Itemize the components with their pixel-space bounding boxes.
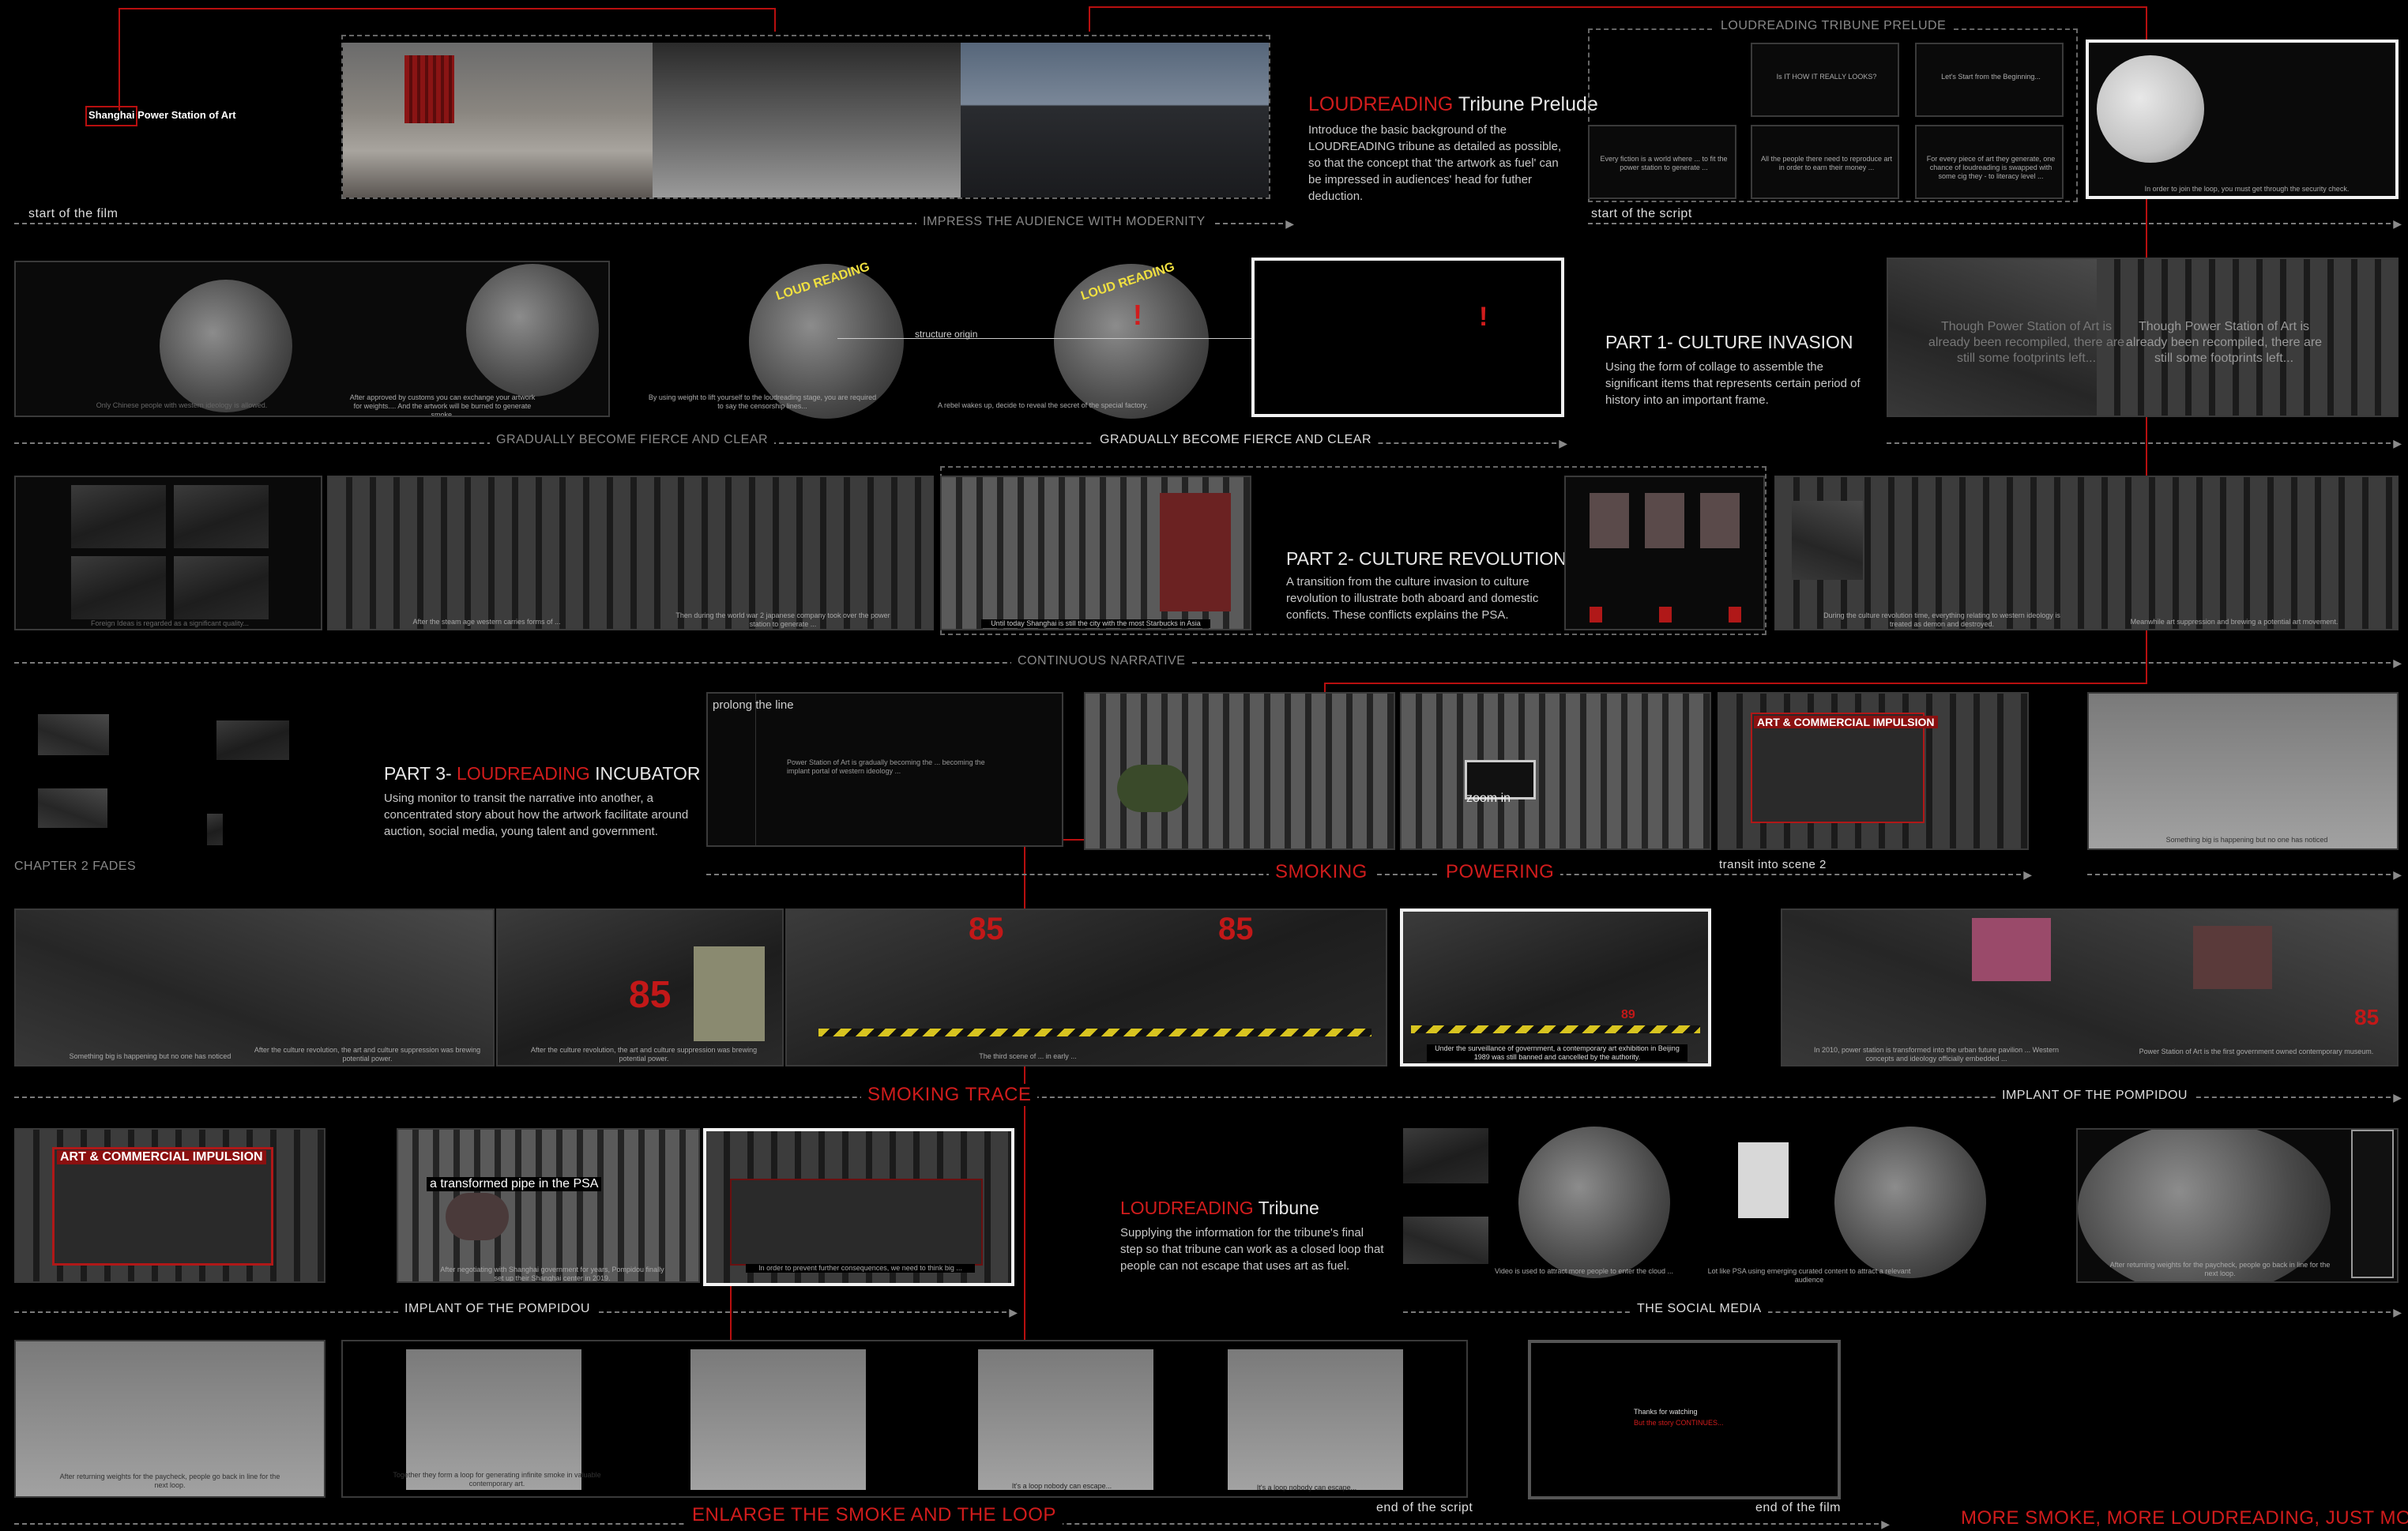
implant1-label: IMPLANT OF THE POMPIDOU: [1996, 1089, 2194, 1103]
start-film-label: start of the film: [22, 207, 125, 221]
row5-frame-a: Something big is happening but no one ha…: [14, 908, 495, 1066]
prelude-bar-label: LOUDREADING TRIBUNE PRELUDE: [1714, 19, 1953, 33]
prelude-body: Introduce the basic background of the LO…: [1308, 123, 1562, 203]
psa-hall-photo: [343, 43, 653, 197]
row3-frame-b: After the steam age western carries form…: [327, 476, 934, 630]
thanks-frame: Thanks for watching But the story CONTIN…: [1528, 1340, 1841, 1499]
timeline-row3: ▶: [14, 656, 2402, 669]
rebel-frame: !: [1251, 258, 1564, 417]
loop-strip: Together they form a loop for generating…: [341, 1340, 1468, 1498]
row5-frame-e: 85 In 2010, power station is transformed…: [1781, 908, 2399, 1066]
end-script-label: end of the script: [1370, 1501, 1480, 1515]
part1-body: Using the form of collage to assemble th…: [1605, 360, 1861, 407]
tree-poster: [1738, 1142, 1789, 1218]
row4-frame-b: [1084, 692, 1395, 850]
red-loop-line: [1089, 8, 1090, 32]
think-big-frame: In order to prevent further consequences…: [703, 1128, 1014, 1286]
security-circle: [2097, 55, 2204, 163]
fade-thumb: [216, 720, 289, 760]
row3-frame-c: During the culture revolution time, ever…: [1774, 476, 2399, 630]
tribune-body: Supplying the information for the tribun…: [1120, 1226, 1384, 1273]
enlarge-label: ENLARGE THE SMOKE AND THE LOOP: [686, 1504, 1063, 1526]
script-card: Is IT HOW IT REALLY LOOKS?: [1751, 43, 1899, 117]
script-card: Let's Start from the Beginning...: [1915, 43, 2064, 117]
row7-frame-a: After returning weights for the paycheck…: [14, 1340, 325, 1498]
revolution-collage: [1564, 476, 1765, 630]
chapter2-fades-label: CHAPTER 2 FADES: [14, 860, 137, 873]
timeline-row1-right: ▶: [1588, 217, 2402, 230]
script-card: For every piece of art they generate, on…: [1915, 125, 2064, 199]
part3-body: Using monitor to transit the narrative i…: [384, 792, 689, 838]
part2-title: PART 2- CULTURE REVOLUTION: [1286, 548, 1567, 569]
pipe-frame: a transformed pipe in the PSA After nego…: [397, 1128, 700, 1283]
fade-thumb: [38, 714, 109, 755]
poster: [1160, 493, 1231, 611]
smoking-trace-label: SMOKING TRACE: [861, 1084, 1038, 1106]
alert-mark: !: [1133, 299, 1142, 331]
security-frame: In order to join the loop, you must get …: [2086, 39, 2399, 199]
part3-title: PART 3- LOUDREADING INCUBATOR: [384, 763, 701, 784]
row5-frame-c: 85 85 The third scene of ... in early ..…: [785, 908, 1387, 1066]
red-loop-line: [1089, 6, 2147, 8]
red-loop-line: [774, 8, 776, 32]
script-card: Every fiction is a world where ... to fi…: [1588, 125, 1736, 199]
start-script-label: start of the script: [1585, 207, 1699, 221]
monitor-frame: prolong the line Power Station of Art is…: [706, 692, 1063, 847]
loop-frame: After returning weights for the paycheck…: [2076, 1128, 2399, 1283]
row2-frame-a: Only Chinese people with western ideolog…: [14, 261, 610, 417]
part1-title: PART 1- CULTURE INVASION: [1605, 332, 1853, 352]
transit-label: transit into scene 2: [1713, 858, 1833, 871]
smoking-label: SMOKING: [1269, 861, 1374, 883]
implant2-label: IMPLANT OF THE POMPIDOU: [398, 1302, 596, 1316]
social-thumb: [1403, 1217, 1488, 1264]
starbucks-frame: Until today Shanghai is still the city w…: [940, 476, 1251, 630]
end-film-label: end of the film: [1749, 1501, 1847, 1515]
row4-frame-c: zoom in: [1400, 692, 1711, 850]
tribune-title: LOUDREADING Tribune: [1120, 1198, 1319, 1218]
surveillance-frame: 89 Under the surveillance of government,…: [1400, 908, 1711, 1066]
more-smoke-label: MORE SMOKE, MORE LOUDREADING, JUST MORE.…: [1955, 1507, 2408, 1529]
scope-circle: [160, 280, 292, 412]
impress-label: IMPRESS THE AUDIENCE WITH MODERNITY: [916, 215, 1212, 229]
red-loop-line: [1324, 683, 2147, 684]
row4-frame-d: ART & COMMERCIAL IMPULSION: [1718, 692, 2029, 850]
red-loop-line: [119, 8, 120, 111]
timeline-row4-right: ▶: [2087, 868, 2402, 881]
row4-frame-e: Something big is happening but no one ha…: [2087, 692, 2399, 850]
psa-structure-photo: [653, 43, 961, 197]
scope-circle: [466, 264, 599, 397]
social-media-label: THE SOCIAL MEDIA: [1631, 1302, 1768, 1316]
alert-mark: !: [1479, 302, 1488, 332]
continuous-label: CONTINUOUS NARRATIVE: [1011, 654, 1192, 668]
powering-label: POWERING: [1439, 861, 1561, 883]
timeline-row2-right: ▶: [1887, 437, 2402, 450]
row3-frame-a: Foreign Ideas is regarded as a significa…: [14, 476, 322, 630]
red-loop-line: [119, 8, 774, 9]
invasion-collage: Though Power Station of Art is already b…: [1887, 258, 2399, 417]
row5-frame-b: 85 After the culture revolution, the art…: [496, 908, 784, 1066]
social-thumb: [1403, 1128, 1488, 1183]
fade-thumb: [207, 814, 223, 845]
social-circle: [1834, 1127, 1986, 1278]
art-commercial-frame: ART & COMMERCIAL IMPULSION: [14, 1128, 325, 1283]
social-circle: [1518, 1127, 1670, 1278]
gradually1-label: GRADUALLY BECOME FIERCE AND CLEAR: [490, 433, 774, 447]
timeline-row6-right: ▶: [1403, 1306, 2402, 1318]
part2-body: A transition from the culture invasion t…: [1286, 575, 1539, 622]
psa-tower-photo: [961, 43, 1269, 197]
psa-name-label: Shanghai Power Station of Art: [88, 109, 236, 121]
prelude-title: LOUDREADING Tribune Prelude: [1308, 93, 1598, 115]
fade-thumb: [38, 788, 107, 828]
structure-origin-line: [837, 338, 1264, 339]
script-card: All the people there need to reproduce a…: [1751, 125, 1899, 199]
gradually2-label: GRADUALLY BECOME FIERCE AND CLEAR: [1093, 433, 1378, 447]
